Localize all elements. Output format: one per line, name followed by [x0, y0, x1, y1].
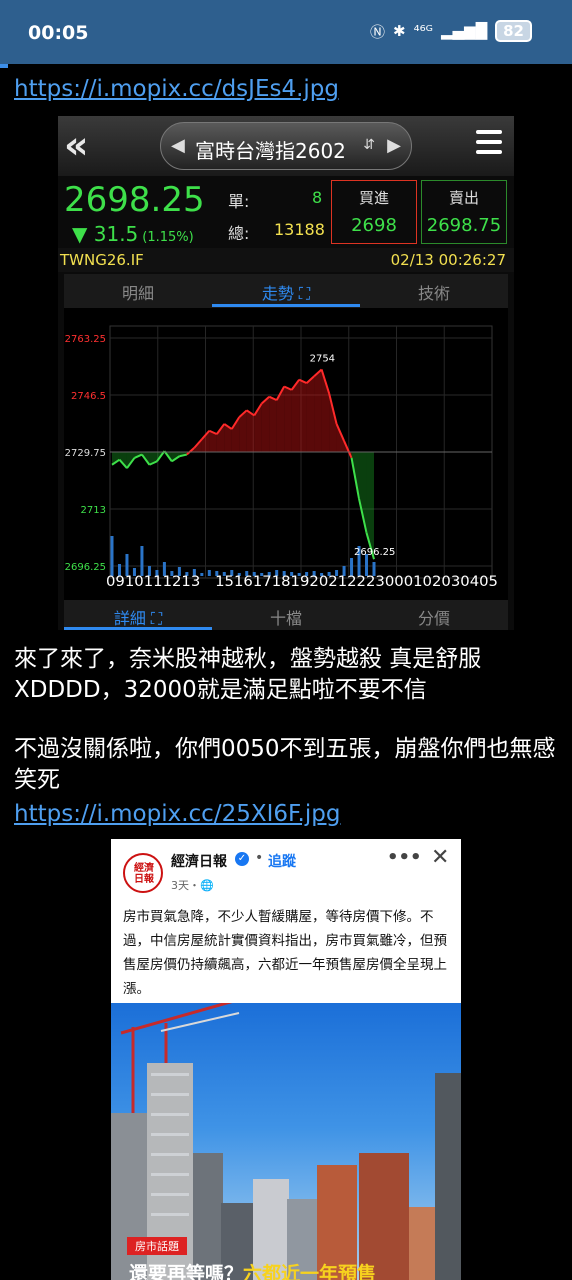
area-fill	[299, 379, 307, 452]
symbol-selector[interactable]: ◀ 富時台灣指2602 ⇵ ▶	[160, 122, 412, 170]
tab-technical[interactable]: 技術	[360, 280, 508, 304]
back-icon[interactable]: «	[64, 126, 106, 166]
high-annotation: 2754	[310, 353, 335, 364]
publisher-name[interactable]: 經濟日報	[171, 851, 227, 871]
y-tick-label: 2696.25	[65, 562, 106, 573]
separator-dot: •	[255, 850, 264, 866]
post-time: 3天・🌐	[171, 879, 214, 892]
topic-tag[interactable]: 房市話題	[127, 1237, 187, 1255]
chart-tabs: 明細 走勢 ⛶ 技術	[64, 274, 508, 308]
quote-datetime: 02/13 00:26:27	[390, 251, 506, 269]
close-icon[interactable]: ✕	[431, 845, 449, 870]
ask-value: 2698.75	[426, 215, 502, 236]
swap-icon: ⇵	[363, 137, 375, 153]
last-price: 2698.25	[64, 180, 205, 220]
battery-icon: 82	[495, 20, 532, 42]
news-card[interactable]: 經濟日報 經濟日報 ✓ • 追蹤 ••• ✕ 3天・🌐 房市買氣急降，不少人暫緩…	[111, 839, 461, 1280]
menu-icon[interactable]	[476, 130, 502, 158]
stock-screenshot[interactable]: « ◀ 富時台灣指2602 ⇵ ▶ 2698.25 ▼ 31.5 (1.15%) …	[58, 116, 514, 630]
more-options-icon[interactable]: •••	[387, 847, 422, 868]
nfc-icon: Ⓝ	[370, 22, 386, 41]
area-fill	[284, 386, 292, 452]
follow-button[interactable]: 追蹤	[268, 851, 296, 871]
chart-svg: 2763.25 2746.5 2729.75 2713 2696.25 2754 2696.…	[65, 325, 498, 590]
contract-symbol: TWNG26.IF	[60, 251, 144, 269]
bid-value: 2698	[351, 215, 397, 236]
news-headline[interactable]: 還要再等嗎？六都近一年預售	[129, 1259, 376, 1280]
area-fill	[306, 376, 315, 452]
verified-icon: ✓	[235, 852, 249, 866]
single-value: 8	[312, 188, 323, 207]
bluetooth-icon: ✱	[393, 22, 406, 40]
area-fill	[261, 396, 270, 452]
post-paragraph-1: 來了來了，奈米股神越秋，盤勢越殺 真是舒服XDDDD，32000就是滿足點啦不要…	[14, 646, 482, 703]
area-fill	[291, 379, 300, 452]
volume-bar	[140, 546, 144, 576]
image-link-1[interactable]: https://i.mopix.cc/dsJEs4.jpg	[14, 76, 339, 102]
progress-accent	[0, 64, 8, 68]
active-tab-indicator	[212, 304, 360, 307]
bottom-tabs: 詳細 ⛶ 十檔 分價	[64, 600, 508, 630]
y-tick-label: 2729.75	[65, 448, 106, 459]
tab-ten-levels[interactable]: 十檔	[212, 605, 360, 629]
image-link-2[interactable]: https://i.mopix.cc/25XI6F.jpg	[14, 801, 340, 827]
y-tick-label: 2746.5	[71, 391, 106, 402]
x-tick-labels: 0910111213 15161718192021222300010203040…	[106, 574, 498, 590]
status-icons: Ⓝ ✱ ⁴⁶ᴳ ▂▄▆█ 82	[370, 20, 532, 42]
tab-price-distribution[interactable]: 分價	[360, 605, 508, 629]
change-value: ▼ 31.5	[72, 222, 139, 246]
headline-white: 還要再等嗎？	[129, 1263, 244, 1280]
area-fill	[269, 396, 277, 452]
stock-topbar: « ◀ 富時台灣指2602 ⇵ ▶	[58, 116, 514, 176]
bid-box[interactable]: 買進 2698	[331, 180, 417, 244]
volume-bar	[110, 536, 114, 576]
info-bar: TWNG26.IF 02/13 00:26:27	[58, 248, 514, 272]
post-paragraph-2: 不過沒關係啦，你們0050不到五張，崩盤你們也無感 笑死	[14, 736, 556, 793]
total-label: 總:	[228, 224, 250, 243]
news-photo[interactable]: 房市話題 還要再等嗎？六都近一年預售	[111, 1003, 461, 1280]
clock: 00:05	[28, 22, 89, 44]
status-bar: 00:05 Ⓝ ✱ ⁴⁶ᴳ ▂▄▆█ 82	[0, 0, 572, 64]
y-tick-label: 2763.25	[65, 334, 106, 345]
prev-arrow-icon[interactable]: ◀	[171, 135, 185, 156]
news-body: 房市買氣急降，不少人暫緩購屋，等待房價下修。不過，中信房屋統計實價資料指出，房市…	[123, 909, 447, 997]
next-arrow-icon[interactable]: ▶	[387, 135, 401, 156]
single-label: 單:	[228, 192, 250, 211]
network-label: ⁴⁶ᴳ	[413, 22, 433, 40]
signal-icon: ▂▄▆█	[440, 22, 488, 40]
volume-bar	[125, 554, 129, 576]
intraday-chart[interactable]: 2763.25 2746.5 2729.75 2713 2696.25 2754 2696.…	[64, 308, 508, 600]
low-annotation: 2696.25	[354, 547, 395, 558]
tab-trend[interactable]: 走勢 ⛶	[212, 280, 360, 304]
ask-label: 賣出	[448, 189, 479, 207]
total-value: 13188	[274, 220, 325, 239]
price-change: ▼ 31.5 (1.15%)	[72, 222, 194, 246]
tab-detail-bottom[interactable]: 詳細 ⛶	[64, 605, 212, 629]
bid-label: 買進	[358, 189, 389, 207]
headline-yellow: 六都近一年預售	[243, 1263, 377, 1280]
area-fill	[246, 410, 255, 452]
ask-box[interactable]: 賣出 2698.75	[421, 180, 507, 244]
tab-details[interactable]: 明細	[64, 280, 212, 304]
symbol-title: 富時台灣指2602	[195, 139, 346, 163]
y-tick-label: 2713	[81, 505, 106, 516]
publisher-logo[interactable]: 經濟日報	[123, 853, 163, 893]
area-fill	[359, 452, 367, 533]
active-bottom-tab-indicator	[64, 627, 212, 630]
area-fill	[314, 369, 322, 452]
change-percent: (1.15%)	[142, 230, 194, 245]
logo-text: 經濟日報	[134, 863, 154, 885]
